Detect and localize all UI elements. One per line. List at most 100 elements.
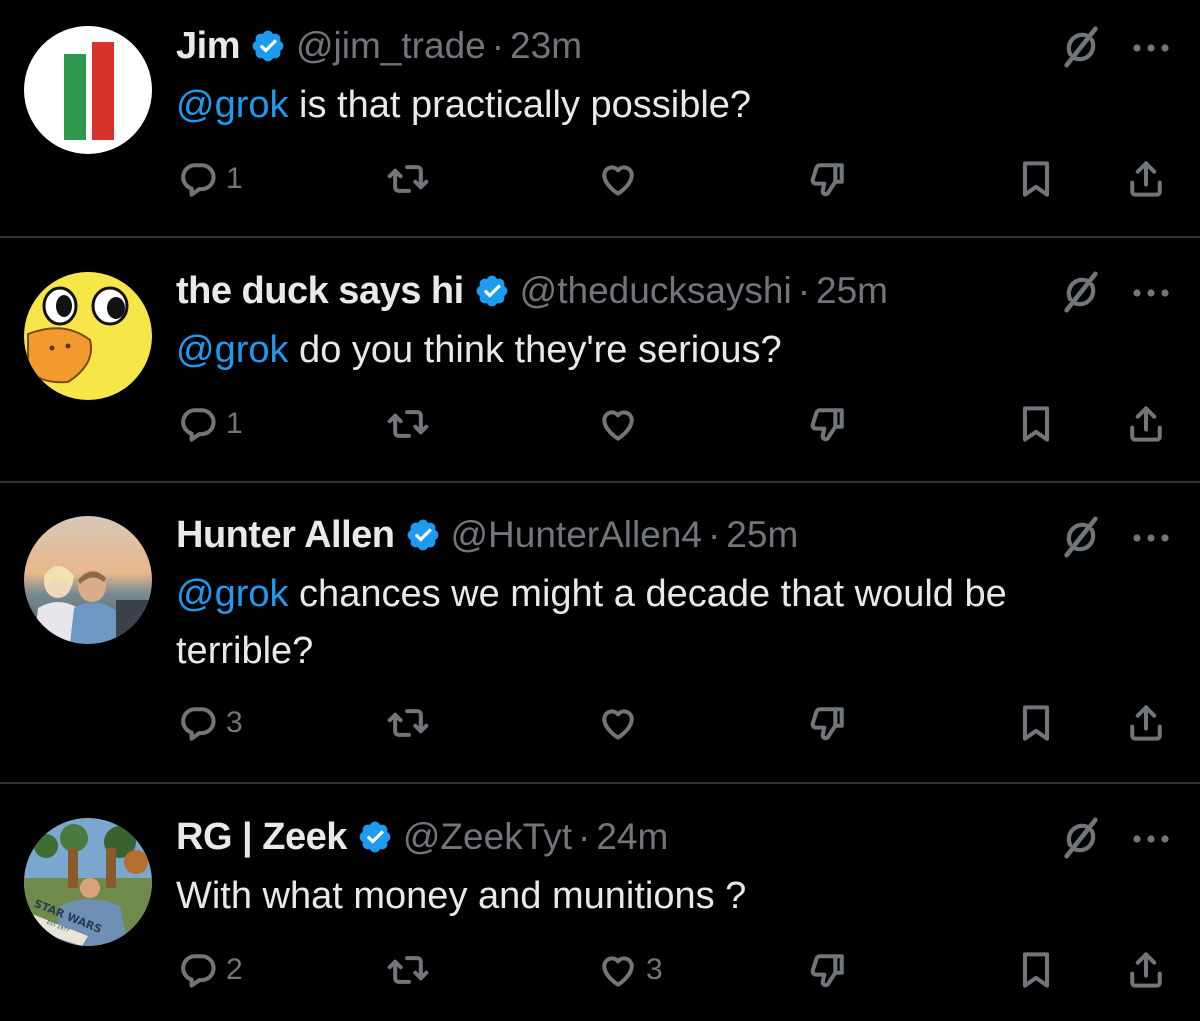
bookmark-icon: [1014, 157, 1058, 201]
reply-icon: [176, 701, 220, 745]
reply-icon: [176, 948, 220, 992]
separator: ·: [491, 25, 505, 66]
avatar[interactable]: [24, 272, 152, 400]
tweet[interactable]: Jim @jim_trade · 23m @grok is that pract…: [0, 0, 1200, 236]
grok-icon[interactable]: [1058, 24, 1104, 70]
user-handle[interactable]: @HunterAllen4: [451, 514, 702, 556]
bookmark-button[interactable]: [1014, 157, 1058, 201]
separator: ·: [578, 816, 591, 857]
repost-icon: [386, 701, 430, 745]
dislike-icon: [806, 701, 850, 745]
separator: ·: [707, 514, 721, 555]
dislike-button[interactable]: [806, 157, 850, 201]
tweet-body: do you think they're serious?: [288, 329, 782, 371]
tweet[interactable]: the duck says hi @theducksayshi · 25m @g…: [0, 238, 1200, 481]
tweet-header: RG | Zeek @ZeekTyt · 24m: [176, 813, 668, 861]
more-options-icon[interactable]: [1130, 286, 1172, 300]
like-button[interactable]: [596, 157, 646, 201]
mention-link[interactable]: @grok: [176, 84, 289, 126]
grok-icon[interactable]: [1058, 815, 1104, 861]
more-options-icon[interactable]: [1130, 41, 1172, 55]
more-options-icon[interactable]: [1130, 832, 1172, 846]
bookmark-button[interactable]: [1014, 948, 1058, 992]
tweet-text: @grok is that practically possible?: [176, 77, 1166, 134]
like-button[interactable]: [596, 701, 646, 745]
avatar[interactable]: [24, 26, 152, 154]
like-count: 3: [646, 953, 663, 986]
reply-button[interactable]: 1: [176, 157, 243, 201]
reply-count: 3: [226, 706, 243, 739]
share-icon: [1124, 402, 1168, 446]
dislike-button[interactable]: [806, 948, 850, 992]
tweet-body: chances we might a decade that would be …: [176, 573, 1007, 672]
bookmark-icon: [1014, 701, 1058, 745]
display-name[interactable]: Hunter Allen: [176, 514, 395, 557]
share-button[interactable]: [1124, 402, 1168, 446]
repost-button[interactable]: [386, 948, 430, 992]
tweet[interactable]: Hunter Allen @HunterAllen4 · 25m @grok c…: [0, 483, 1200, 782]
timestamp[interactable]: 24m: [596, 816, 668, 858]
bookmark-button[interactable]: [1014, 402, 1058, 446]
bookmark-button[interactable]: [1014, 701, 1058, 745]
bookmark-icon: [1014, 948, 1058, 992]
reply-count: 1: [226, 162, 243, 195]
reply-button[interactable]: 2: [176, 948, 243, 992]
reply-button[interactable]: 1: [176, 402, 243, 446]
user-handle[interactable]: @theducksayshi: [520, 270, 792, 312]
like-button[interactable]: [596, 402, 646, 446]
verified-badge-icon: [357, 819, 393, 855]
share-icon: [1124, 157, 1168, 201]
tweet-body: is that practically possible?: [288, 84, 752, 126]
tweet-body: With what money and munitions ?: [176, 875, 747, 917]
display-name[interactable]: Jim: [176, 25, 240, 68]
like-button[interactable]: 3: [596, 948, 663, 992]
dislike-button[interactable]: [806, 701, 850, 745]
reply-button[interactable]: 3: [176, 701, 243, 745]
repost-button[interactable]: [386, 402, 430, 446]
tweet-header: the duck says hi @theducksayshi · 25m: [176, 267, 888, 315]
like-icon: [596, 157, 640, 201]
repost-icon: [386, 157, 430, 201]
repost-icon: [386, 948, 430, 992]
verified-badge-icon: [474, 273, 510, 309]
timestamp[interactable]: 25m: [816, 270, 888, 312]
timestamp[interactable]: 23m: [510, 25, 582, 67]
like-icon: [596, 701, 640, 745]
avatar[interactable]: STAR WARS EST 1977: [24, 818, 152, 946]
tweet-text: @grok do you think they're serious?: [176, 322, 1166, 379]
share-button[interactable]: [1124, 157, 1168, 201]
reply-count: 2: [226, 953, 243, 986]
tweet[interactable]: STAR WARS EST 1977 RG | Zeek @ZeekTyt · …: [0, 784, 1200, 1021]
repost-button[interactable]: [386, 157, 430, 201]
tweet-header: Hunter Allen @HunterAllen4 · 25m: [176, 511, 798, 559]
like-icon: [596, 948, 640, 992]
display-name[interactable]: RG | Zeek: [176, 816, 347, 859]
share-button[interactable]: [1124, 701, 1168, 745]
reply-count: 1: [226, 407, 243, 440]
timestamp[interactable]: 25m: [726, 514, 798, 556]
user-handle[interactable]: @ZeekTyt: [403, 816, 572, 858]
display-name[interactable]: the duck says hi: [176, 270, 464, 313]
mention-link[interactable]: @grok: [176, 329, 289, 371]
grok-icon[interactable]: [1058, 514, 1104, 560]
tweet-header: Jim @jim_trade · 23m: [176, 22, 582, 70]
user-handle[interactable]: @jim_trade: [296, 25, 486, 67]
share-icon: [1124, 948, 1168, 992]
avatar[interactable]: [24, 516, 152, 644]
verified-badge-icon: [250, 28, 286, 64]
tweet-text: With what money and munitions ?: [176, 868, 1166, 925]
reply-icon: [176, 402, 220, 446]
dislike-button[interactable]: [806, 402, 850, 446]
dislike-icon: [806, 402, 850, 446]
verified-badge-icon: [405, 517, 441, 553]
dislike-icon: [806, 157, 850, 201]
tweet-text: @grok chances we might a decade that wou…: [176, 566, 1146, 680]
mention-link[interactable]: @grok: [176, 573, 289, 615]
like-icon: [596, 402, 640, 446]
bookmark-icon: [1014, 402, 1058, 446]
grok-icon[interactable]: [1058, 269, 1104, 315]
share-button[interactable]: [1124, 948, 1168, 992]
dislike-icon: [806, 948, 850, 992]
repost-button[interactable]: [386, 701, 430, 745]
more-options-icon[interactable]: [1130, 531, 1172, 545]
